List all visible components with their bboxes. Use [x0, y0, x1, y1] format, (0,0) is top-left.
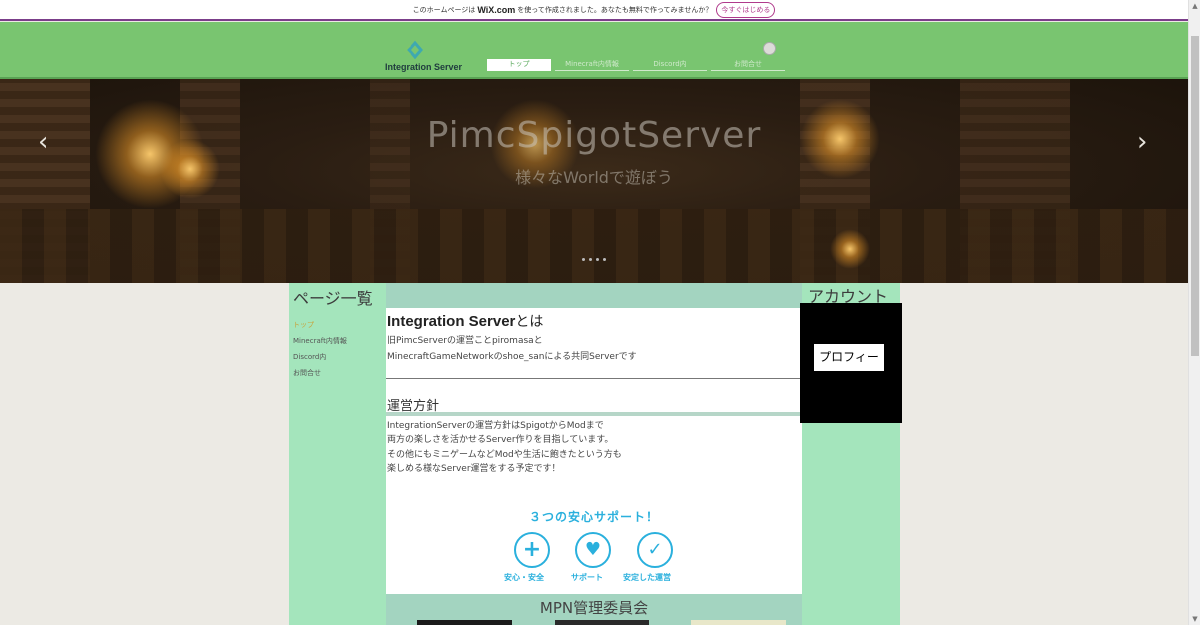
hero-title: PimcSpigotServer	[426, 115, 762, 156]
plus-icon: +	[514, 532, 550, 568]
support-title: ３つの安心サポート！	[528, 510, 659, 524]
sidebar-link-top[interactable]: トップ	[289, 317, 386, 333]
scroll-up-icon[interactable]: ▲	[1189, 0, 1200, 12]
support-label-safety: 安心・安全	[504, 573, 544, 582]
slide-dot[interactable]	[582, 258, 585, 261]
content-top-band	[386, 283, 802, 308]
hero-subtitle: 様々なWorldで遊ぼう	[515, 168, 673, 187]
member-avatar-icon[interactable]	[763, 42, 776, 55]
wix-brand[interactable]: WiX.com	[477, 5, 515, 15]
main-nav: トップ Minecraft内情報 Discord内 お問合せ	[487, 59, 785, 71]
wix-start-now-button[interactable]: 今すぐはじめる	[716, 1, 776, 18]
heart-icon: ♥	[575, 532, 611, 568]
sidebar-link-discord[interactable]: Discord内	[289, 349, 386, 365]
slide-prev-icon[interactable]: ‹	[38, 127, 48, 157]
account-panel: プロフィール	[800, 303, 902, 423]
wix-message-after: を使って作成されました。あなたも無料で作ってみませんか？	[517, 5, 713, 14]
nav-item-top[interactable]: トップ	[487, 59, 551, 71]
check-icon: ✓	[637, 532, 673, 568]
site-header: Integration Server トップ Minecraft内情報 Disc…	[0, 22, 1188, 79]
nav-item-discord[interactable]: Discord内	[633, 59, 707, 71]
policy-line: IntegrationServerの運営方針はSpigotからModまで	[387, 421, 604, 431]
nav-item-minecraft[interactable]: Minecraft内情報	[555, 59, 629, 71]
wix-message-before: このホームページは	[412, 5, 476, 14]
policy-line: 両方の楽しさを活かせるServer作りを目指しています。	[387, 435, 614, 445]
intro-heading: Integration Serverとは	[387, 311, 543, 331]
slide-indicator	[582, 258, 606, 261]
page-scrollbar[interactable]: ▲ ▼	[1188, 0, 1200, 625]
intro-heading-bold: Integration Server	[387, 313, 516, 330]
sidebar-link-contact[interactable]: お問合せ	[289, 365, 386, 381]
intro-heading-rest: とは	[515, 314, 544, 330]
committee-thumbnails	[417, 620, 787, 625]
committee-thumbnail[interactable]	[691, 620, 786, 625]
intro-line: MinecraftGameNetworkのshoe_sanによる共同Server…	[387, 352, 637, 362]
hero-slideshow: PimcSpigotServer 様々なWorldで遊ぼう ‹ ›	[0, 79, 1188, 283]
left-sidebar: ページ一覧 トップ Minecraft内情報 Discord内 お問合せ	[289, 283, 386, 625]
nav-item-contact[interactable]: お問合せ	[711, 59, 785, 71]
hero-scenery	[0, 209, 1188, 283]
site-logo[interactable]: Integration Server	[385, 38, 462, 74]
support-label-stable: 安定した運営	[623, 573, 671, 582]
policy-line: その他にもミニゲームなどModや生活に飽きたという方も	[387, 450, 622, 460]
committee-heading: MPN管理委員会	[539, 599, 649, 617]
main-content: Integration Serverとは 旧PimcServerの運営ことpir…	[386, 283, 802, 625]
policy-underline	[386, 412, 802, 416]
logo-text: Integration Server	[385, 62, 463, 72]
wix-banner: このホームページは WiX.com を使って作成されました。あなたも無料で作って…	[0, 0, 1188, 21]
logo-diamond-icon	[403, 40, 423, 60]
slide-dot[interactable]	[596, 258, 599, 261]
torch-glow	[830, 229, 870, 269]
intro-line: 旧PimcServerの運営ことpiromasaと	[387, 336, 543, 346]
support-label-support: サポート	[571, 573, 603, 582]
sidebar-link-minecraft[interactable]: Minecraft内情報	[289, 333, 386, 349]
scroll-down-icon[interactable]: ▼	[1189, 613, 1200, 625]
page-list-heading: ページ一覧	[293, 289, 373, 308]
slide-dot[interactable]	[603, 258, 606, 261]
scrollbar-thumb[interactable]	[1191, 36, 1199, 356]
support-graphic: ３つの安心サポート！ + ♥ ✓ 安心・安全 サポート 安定した運営	[499, 508, 689, 588]
policy-line: 楽しめる様なServer運営をする予定です！	[387, 464, 561, 474]
committee-thumbnail[interactable]	[555, 620, 649, 625]
profile-button[interactable]: プロフィール	[814, 344, 884, 391]
divider	[386, 378, 802, 379]
slide-next-icon[interactable]: ›	[1137, 127, 1147, 157]
slide-dot[interactable]	[589, 258, 592, 261]
committee-thumbnail[interactable]	[417, 620, 512, 625]
